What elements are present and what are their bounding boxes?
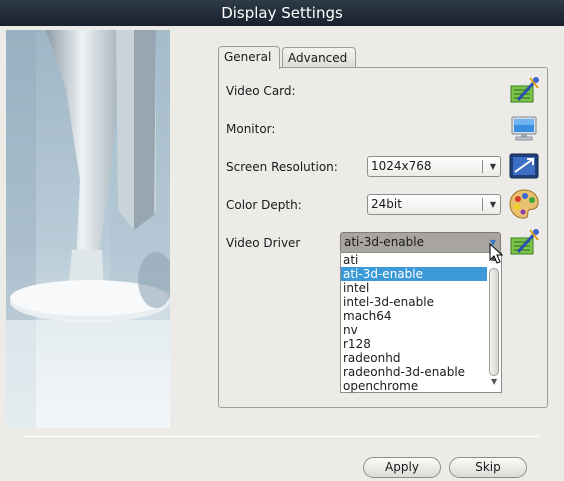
scrollbar-thumb[interactable]	[489, 268, 499, 376]
dropdown-option[interactable]: r128	[341, 337, 487, 351]
chevron-down-icon: ▼	[489, 162, 496, 171]
resolution-value: 1024x768	[371, 159, 432, 173]
mouse-cursor-icon	[489, 242, 504, 268]
scroll-down-arrow-icon[interactable]: ▼	[491, 377, 497, 386]
video-driver-label: Video Driver	[226, 236, 301, 250]
dropdown-option[interactable]: radeonhd-3d-enable	[341, 365, 487, 379]
window-titlebar: Display Settings	[0, 0, 564, 26]
resolution-icon[interactable]	[509, 153, 539, 182]
resolution-label: Screen Resolution:	[226, 160, 338, 174]
dropdown-option[interactable]: radeonhd	[341, 351, 487, 365]
video-driver-dropdown: ati ati-3d-enable intel intel-3d-enable …	[340, 252, 502, 393]
video-card-label: Video Card:	[226, 84, 296, 98]
dropdown-option-selected[interactable]: ati-3d-enable	[341, 267, 487, 281]
resolution-combo[interactable]: 1024x768 ▼	[367, 156, 501, 177]
tab-advanced[interactable]: Advanced	[282, 47, 356, 68]
color-depth-combo[interactable]: 24bit ▼	[367, 194, 501, 215]
video-driver-combo[interactable]: ati-3d-enable ▼	[340, 232, 501, 253]
apply-button[interactable]: Apply	[363, 457, 441, 478]
dropdown-option[interactable]: mach64	[341, 309, 487, 323]
monitor-photo	[6, 30, 170, 428]
footer-divider	[24, 436, 540, 437]
video-driver-value: ati-3d-enable	[344, 235, 424, 249]
monitor-label: Monitor:	[226, 122, 276, 136]
tab-general[interactable]: General	[218, 46, 280, 69]
dropdown-option[interactable]: intel	[341, 281, 487, 295]
driver-wrench-icon[interactable]	[508, 228, 540, 261]
dropdown-option[interactable]: ati	[341, 253, 487, 267]
skip-button[interactable]: Skip	[449, 457, 527, 478]
dropdown-scrollbar[interactable]: ▲ ▼	[487, 253, 501, 392]
dropdown-option[interactable]: intel-3d-enable	[341, 295, 487, 309]
chevron-down-icon: ▼	[489, 200, 496, 209]
color-depth-value: 24bit	[371, 197, 402, 211]
video-card-wrench-icon[interactable]	[508, 76, 540, 109]
monitor-icon[interactable]	[510, 114, 538, 145]
color-depth-label: Color Depth:	[226, 198, 302, 212]
palette-icon[interactable]	[508, 188, 540, 223]
window-title: Display Settings	[221, 4, 343, 22]
dropdown-option[interactable]: openchrome	[341, 379, 487, 393]
dropdown-option[interactable]: nv	[341, 323, 487, 337]
